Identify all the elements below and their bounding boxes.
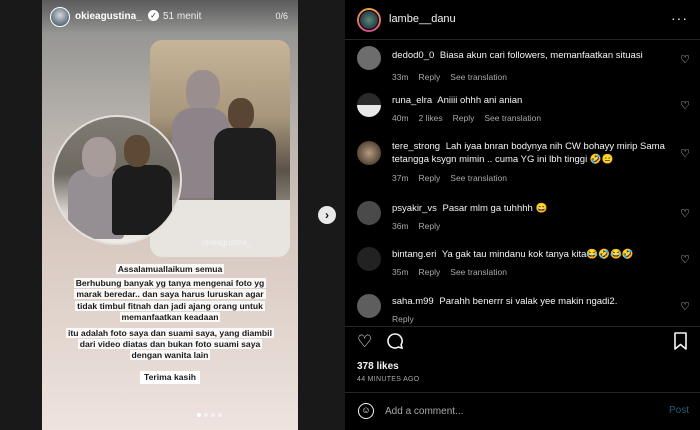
story-watermark: okieagustina_: [202, 238, 252, 247]
author-avatar[interactable]: [357, 8, 381, 32]
bookmark-icon[interactable]: [673, 332, 688, 355]
comment-time: 40m: [392, 113, 409, 123]
comment-body: Parahh benerrr si valak yee makin ngadi2…: [439, 296, 618, 307]
next-arrow-icon[interactable]: ›: [318, 206, 336, 224]
comment-meta: Reply: [392, 314, 414, 324]
post-button[interactable]: Post: [669, 405, 689, 416]
comment-like-heart-icon[interactable]: ♡: [680, 253, 690, 266]
carousel-dot: [204, 413, 208, 417]
caption-line: dengan wanita lain: [129, 350, 211, 361]
commenter-avatar[interactable]: [357, 46, 381, 70]
reply-button[interactable]: Reply: [419, 173, 441, 183]
comment-meta: 40m 2 likes Reply See translation: [392, 113, 541, 123]
story-avatar: [50, 7, 70, 27]
caption-line: tidak timbul fitnah dan jadi ajang orang…: [75, 300, 265, 311]
comment-text: bintang.eri Ya gak tau mindanu kok tanya…: [392, 249, 672, 262]
divider: [345, 326, 700, 327]
story-time: 51 menit: [163, 11, 202, 22]
caption-line: Berhubung banyak yg tanya mengenai foto …: [73, 278, 267, 289]
commenter-avatar[interactable]: [357, 294, 381, 318]
carousel-dots: [197, 413, 222, 417]
caption-line: memanfaatkan keadaan: [119, 311, 221, 322]
comment-body: Aniiii ohhh ani anian: [437, 95, 523, 106]
comment-time: 37m: [392, 173, 409, 183]
verified-icon: ✓: [148, 10, 159, 21]
heart-icon[interactable]: ♡: [357, 332, 372, 352]
reply-button[interactable]: Reply: [419, 221, 441, 231]
emoji-icon[interactable]: ☺: [358, 403, 374, 419]
comment-meta: 33m Reply See translation: [392, 72, 507, 82]
comment-meta: 37m Reply See translation: [392, 173, 507, 183]
comment-text: dedod0_0 Biasa akun cari followers, mema…: [392, 50, 672, 63]
caption-line: itu adalah foto saya dan suami saya, yan…: [66, 328, 274, 339]
caption-thanks: Terima kasih: [140, 370, 200, 384]
more-icon[interactable]: ···: [671, 10, 688, 26]
comment-text: psyakir_vs Pasar mlm ga tuhhhh 😄: [392, 203, 672, 216]
comment-list: dedod0_0 Biasa akun cari followers, mema…: [345, 40, 700, 326]
comment-likes[interactable]: 2 likes: [419, 113, 443, 123]
instagram-post-modal: okieagustina_ okieagustina_ ✓ 51 menit 0…: [0, 0, 700, 430]
comment-time: 35m: [392, 267, 409, 277]
comment-body: Biasa akun cari followers, memanfaatkan …: [439, 50, 643, 61]
commenter-avatar[interactable]: [357, 93, 381, 117]
caption-line: Assalamuallaikum semua: [115, 264, 225, 274]
commenter-username[interactable]: bintang.eri: [392, 249, 436, 260]
likes-count[interactable]: 378 likes: [357, 361, 399, 372]
comment-text: saha.m99 Parahh benerrr si valak yee mak…: [392, 296, 672, 309]
add-comment-bar: ☺ Post: [345, 393, 700, 430]
carousel-dot-active: [197, 413, 201, 417]
add-comment-input[interactable]: [385, 401, 645, 421]
see-translation-button[interactable]: See translation: [484, 113, 541, 123]
reply-button[interactable]: Reply: [419, 72, 441, 82]
comment-like-heart-icon[interactable]: ♡: [680, 300, 690, 313]
story-username: okieagustina_: [75, 11, 142, 22]
story-caption: Assalamuallaikum semua Berhubung banyak …: [42, 258, 298, 384]
reply-button[interactable]: Reply: [453, 113, 475, 123]
caption-line: dari video diatas dan bukan foto suami s…: [77, 339, 263, 350]
story-screenshot: okieagustina_ okieagustina_ ✓ 51 menit 0…: [42, 0, 298, 430]
commenter-avatar[interactable]: [357, 247, 381, 271]
media-panel: okieagustina_ okieagustina_ ✓ 51 menit 0…: [0, 0, 345, 430]
reply-button[interactable]: Reply: [419, 267, 441, 277]
commenter-username[interactable]: runa_elra: [392, 95, 432, 106]
see-translation-button[interactable]: See translation: [450, 72, 507, 82]
commenter-username[interactable]: tere_strong: [392, 141, 440, 152]
post-timestamp: 44 MINUTES AGO: [357, 376, 420, 383]
comments-panel: lambe__danu ··· dedod0_0 Biasa akun cari…: [345, 0, 700, 430]
commenter-username[interactable]: dedod0_0: [392, 50, 434, 61]
comment-icon[interactable]: [386, 332, 404, 355]
caption-line: marak beredar.. dan saya harus luruskan …: [74, 289, 266, 300]
comment-body: Ya gak tau mindanu kok tanya kita😂🤣😂🤣: [441, 249, 634, 260]
comment-like-heart-icon[interactable]: ♡: [680, 207, 690, 220]
comment-time: 33m: [392, 72, 409, 82]
photo-couple-circle: [52, 115, 182, 245]
comment-like-heart-icon[interactable]: ♡: [680, 147, 690, 160]
comment-like-heart-icon[interactable]: ♡: [680, 99, 690, 112]
see-translation-button[interactable]: See translation: [450, 173, 507, 183]
comment-meta: 35m Reply See translation: [392, 267, 507, 277]
carousel-dot: [211, 413, 215, 417]
comment-meta: 36m Reply: [392, 221, 440, 231]
commenter-avatar[interactable]: [357, 201, 381, 225]
commenter-username[interactable]: psyakir_vs: [392, 203, 437, 214]
commenter-username[interactable]: saha.m99: [392, 296, 434, 307]
comment-body: Pasar mlm ga tuhhhh 😄: [442, 203, 548, 214]
reply-button[interactable]: Reply: [392, 314, 414, 324]
comment-text: tere_strong Lah iyaa bnran bodynya nih C…: [392, 141, 672, 166]
commenter-avatar[interactable]: [357, 141, 381, 165]
author-username[interactable]: lambe__danu: [389, 13, 456, 25]
action-bar: ♡: [345, 330, 700, 354]
comment-time: 36m: [392, 221, 409, 231]
carousel-dot: [218, 413, 222, 417]
story-counter: 0/6: [275, 11, 288, 21]
comment-text: runa_elra Aniiii ohhh ani anian: [392, 95, 672, 108]
post-header: lambe__danu ···: [345, 0, 700, 40]
see-translation-button[interactable]: See translation: [450, 267, 507, 277]
comment-like-heart-icon[interactable]: ♡: [680, 53, 690, 66]
